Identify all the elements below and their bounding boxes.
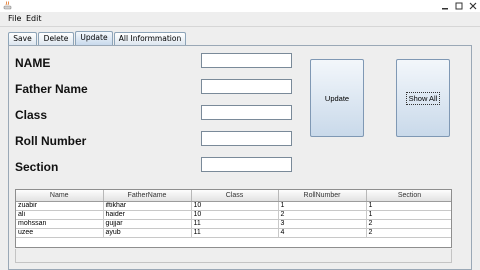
name-label: NAME [15, 56, 51, 70]
table-cell[interactable]: haider [103, 210, 192, 220]
table-cell[interactable]: 10 [191, 201, 279, 211]
table-cell[interactable]: ayub [103, 228, 192, 238]
java-app-icon [3, 1, 12, 10]
update-button[interactable]: Update [310, 59, 364, 137]
table-cell[interactable]: 1 [278, 201, 367, 211]
table-cell[interactable]: ali [16, 210, 104, 220]
table-cell[interactable]: 2 [366, 228, 451, 238]
table-cell[interactable]: iftikhar [103, 201, 192, 211]
column-header-section[interactable]: Section [366, 190, 451, 202]
table-cell[interactable]: 4 [278, 228, 367, 238]
show-all-button-label: Show All [405, 91, 441, 105]
table-row[interactable]: uzee ayub 11 4 2 [16, 228, 451, 238]
table-cell[interactable]: 11 [191, 228, 279, 238]
students-table[interactable]: Name FatherName Class RollNumber Section… [15, 189, 452, 248]
table-cell[interactable]: 1 [366, 210, 451, 220]
column-header-fathername[interactable]: FatherName [103, 190, 192, 202]
table-row[interactable]: mohssan gujjar 11 3 2 [16, 219, 451, 229]
maximize-icon[interactable] [452, 0, 466, 12]
tab-update[interactable]: Update [75, 31, 113, 45]
table-cell[interactable]: 2 [278, 210, 367, 220]
father-name-field[interactable] [201, 79, 292, 94]
menu-file[interactable]: File [8, 14, 21, 24]
show-all-button[interactable]: Show All [396, 59, 450, 137]
update-panel: NAME Father Name Class Roll Number Secti… [8, 45, 472, 270]
column-header-class[interactable]: Class [191, 190, 279, 202]
section-label: Section [15, 160, 59, 174]
table-row[interactable]: zuabir iftikhar 10 1 1 [16, 201, 451, 211]
update-button-label: Update [324, 93, 350, 103]
table-cell[interactable]: zuabir [16, 201, 104, 211]
table-cell[interactable]: 2 [366, 219, 451, 229]
roll-number-label: Roll Number [15, 134, 87, 148]
main-window: Save Delete Update All Informmation NAME… [0, 27, 480, 270]
tab-all-information[interactable]: All Informmation [114, 32, 186, 45]
window-controls [438, 0, 480, 12]
table-cell[interactable]: mohssan [16, 219, 104, 229]
class-field[interactable] [201, 105, 292, 120]
close-icon[interactable] [466, 0, 480, 12]
column-header-rollnumber[interactable]: RollNumber [278, 190, 367, 202]
table-cell[interactable]: uzee [16, 228, 104, 238]
table-footer-area [15, 249, 452, 263]
table-cell[interactable]: gujjar [103, 219, 192, 229]
table-header-row: Name FatherName Class RollNumber Section [16, 190, 451, 202]
table-cell[interactable]: 11 [191, 219, 279, 229]
table-cell[interactable]: 10 [191, 210, 279, 220]
table-row[interactable]: ali haider 10 2 1 [16, 210, 451, 220]
column-header-name[interactable]: Name [16, 190, 104, 202]
menu-bar: File Edit [0, 12, 480, 27]
minimize-icon[interactable] [438, 0, 452, 12]
tab-delete[interactable]: Delete [38, 32, 74, 45]
table-cell[interactable]: 3 [278, 219, 367, 229]
roll-number-field[interactable] [201, 131, 292, 146]
menu-edit[interactable]: Edit [26, 14, 42, 24]
section-field[interactable] [201, 157, 292, 172]
table-cell[interactable]: 1 [366, 201, 451, 211]
class-label: Class [15, 108, 48, 122]
tab-save[interactable]: Save [8, 32, 37, 45]
name-field[interactable] [201, 53, 292, 68]
father-name-label: Father Name [15, 82, 88, 96]
title-bar [0, 0, 480, 12]
